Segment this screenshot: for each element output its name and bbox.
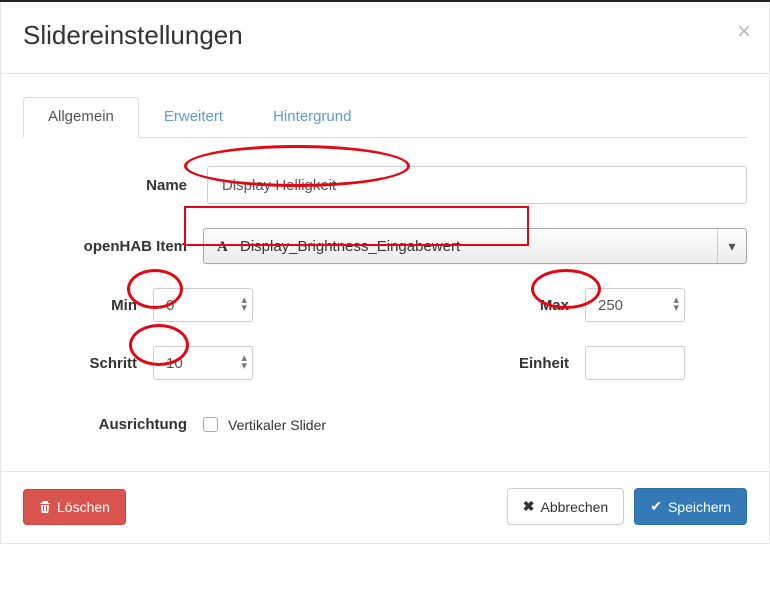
- row-orientation: Ausrichtung Vertikaler Slider: [23, 416, 747, 433]
- slider-settings-dialog: Slidereinstellungen × Allgemein Erweiter…: [0, 2, 770, 544]
- orientation-label: Ausrichtung: [23, 416, 203, 433]
- unit-input[interactable]: [585, 346, 685, 380]
- item-select[interactable]: A Display_Brightness_Eingabewert ▾: [203, 228, 747, 264]
- spinner-icon[interactable]: ▴▾: [241, 297, 247, 312]
- min-input[interactable]: [153, 288, 253, 322]
- unit-label: Einheit: [385, 355, 585, 372]
- tab-advanced[interactable]: Erweitert: [139, 97, 248, 138]
- close-button[interactable]: ×: [737, 20, 751, 44]
- trash-icon: [39, 500, 51, 513]
- tab-background[interactable]: Hintergrund: [248, 97, 376, 138]
- save-label: Speichern: [668, 499, 731, 515]
- dialog-title: Slidereinstellungen: [23, 20, 747, 51]
- delete-button[interactable]: Löschen: [23, 489, 126, 525]
- row-step-unit: Schritt ▴▾ Einheit: [23, 346, 747, 380]
- item-label: openHAB Item: [23, 238, 203, 255]
- vertical-slider-checkbox[interactable]: Vertikaler Slider: [203, 417, 326, 433]
- item-select-value: A Display_Brightness_Eingabewert: [204, 229, 718, 263]
- max-input[interactable]: [585, 288, 685, 322]
- spinner-icon[interactable]: ▴▾: [241, 355, 247, 370]
- dialog-footer: Löschen ✖ Abbrechen ✔ Speichern: [1, 471, 769, 543]
- cancel-button[interactable]: ✖ Abbrechen: [507, 488, 624, 525]
- step-label: Schritt: [23, 355, 153, 372]
- cancel-label: Abbrechen: [541, 499, 609, 515]
- close-icon: ×: [737, 18, 751, 45]
- min-label: Min: [23, 297, 153, 314]
- check-icon: ✔: [650, 498, 662, 515]
- save-button[interactable]: ✔ Speichern: [634, 488, 747, 525]
- cancel-icon: ✖: [523, 498, 535, 515]
- name-label: Name: [23, 177, 203, 194]
- delete-label: Löschen: [57, 499, 110, 515]
- svg-text:A: A: [217, 239, 228, 254]
- dialog-body: Allgemein Erweitert Hintergrund Name ope…: [1, 74, 769, 471]
- max-label: Max: [385, 297, 585, 314]
- row-item: openHAB Item A Display_Brightness_Eingab…: [23, 228, 747, 264]
- row-name: Name: [23, 166, 747, 204]
- text-item-icon: A: [216, 238, 232, 254]
- spinner-icon[interactable]: ▴▾: [673, 297, 679, 312]
- step-input[interactable]: [153, 346, 253, 380]
- tab-general[interactable]: Allgemein: [23, 97, 139, 138]
- tab-bar: Allgemein Erweitert Hintergrund: [23, 96, 747, 138]
- vertical-slider-label: Vertikaler Slider: [228, 417, 326, 433]
- item-select-text: Display_Brightness_Eingabewert: [240, 238, 460, 255]
- name-input[interactable]: [207, 166, 747, 204]
- row-min-max: Min ▴▾ Max ▴▾: [23, 288, 747, 322]
- dialog-header: Slidereinstellungen ×: [1, 2, 769, 74]
- chevron-down-icon: ▾: [718, 229, 746, 263]
- checkbox-icon: [203, 417, 218, 432]
